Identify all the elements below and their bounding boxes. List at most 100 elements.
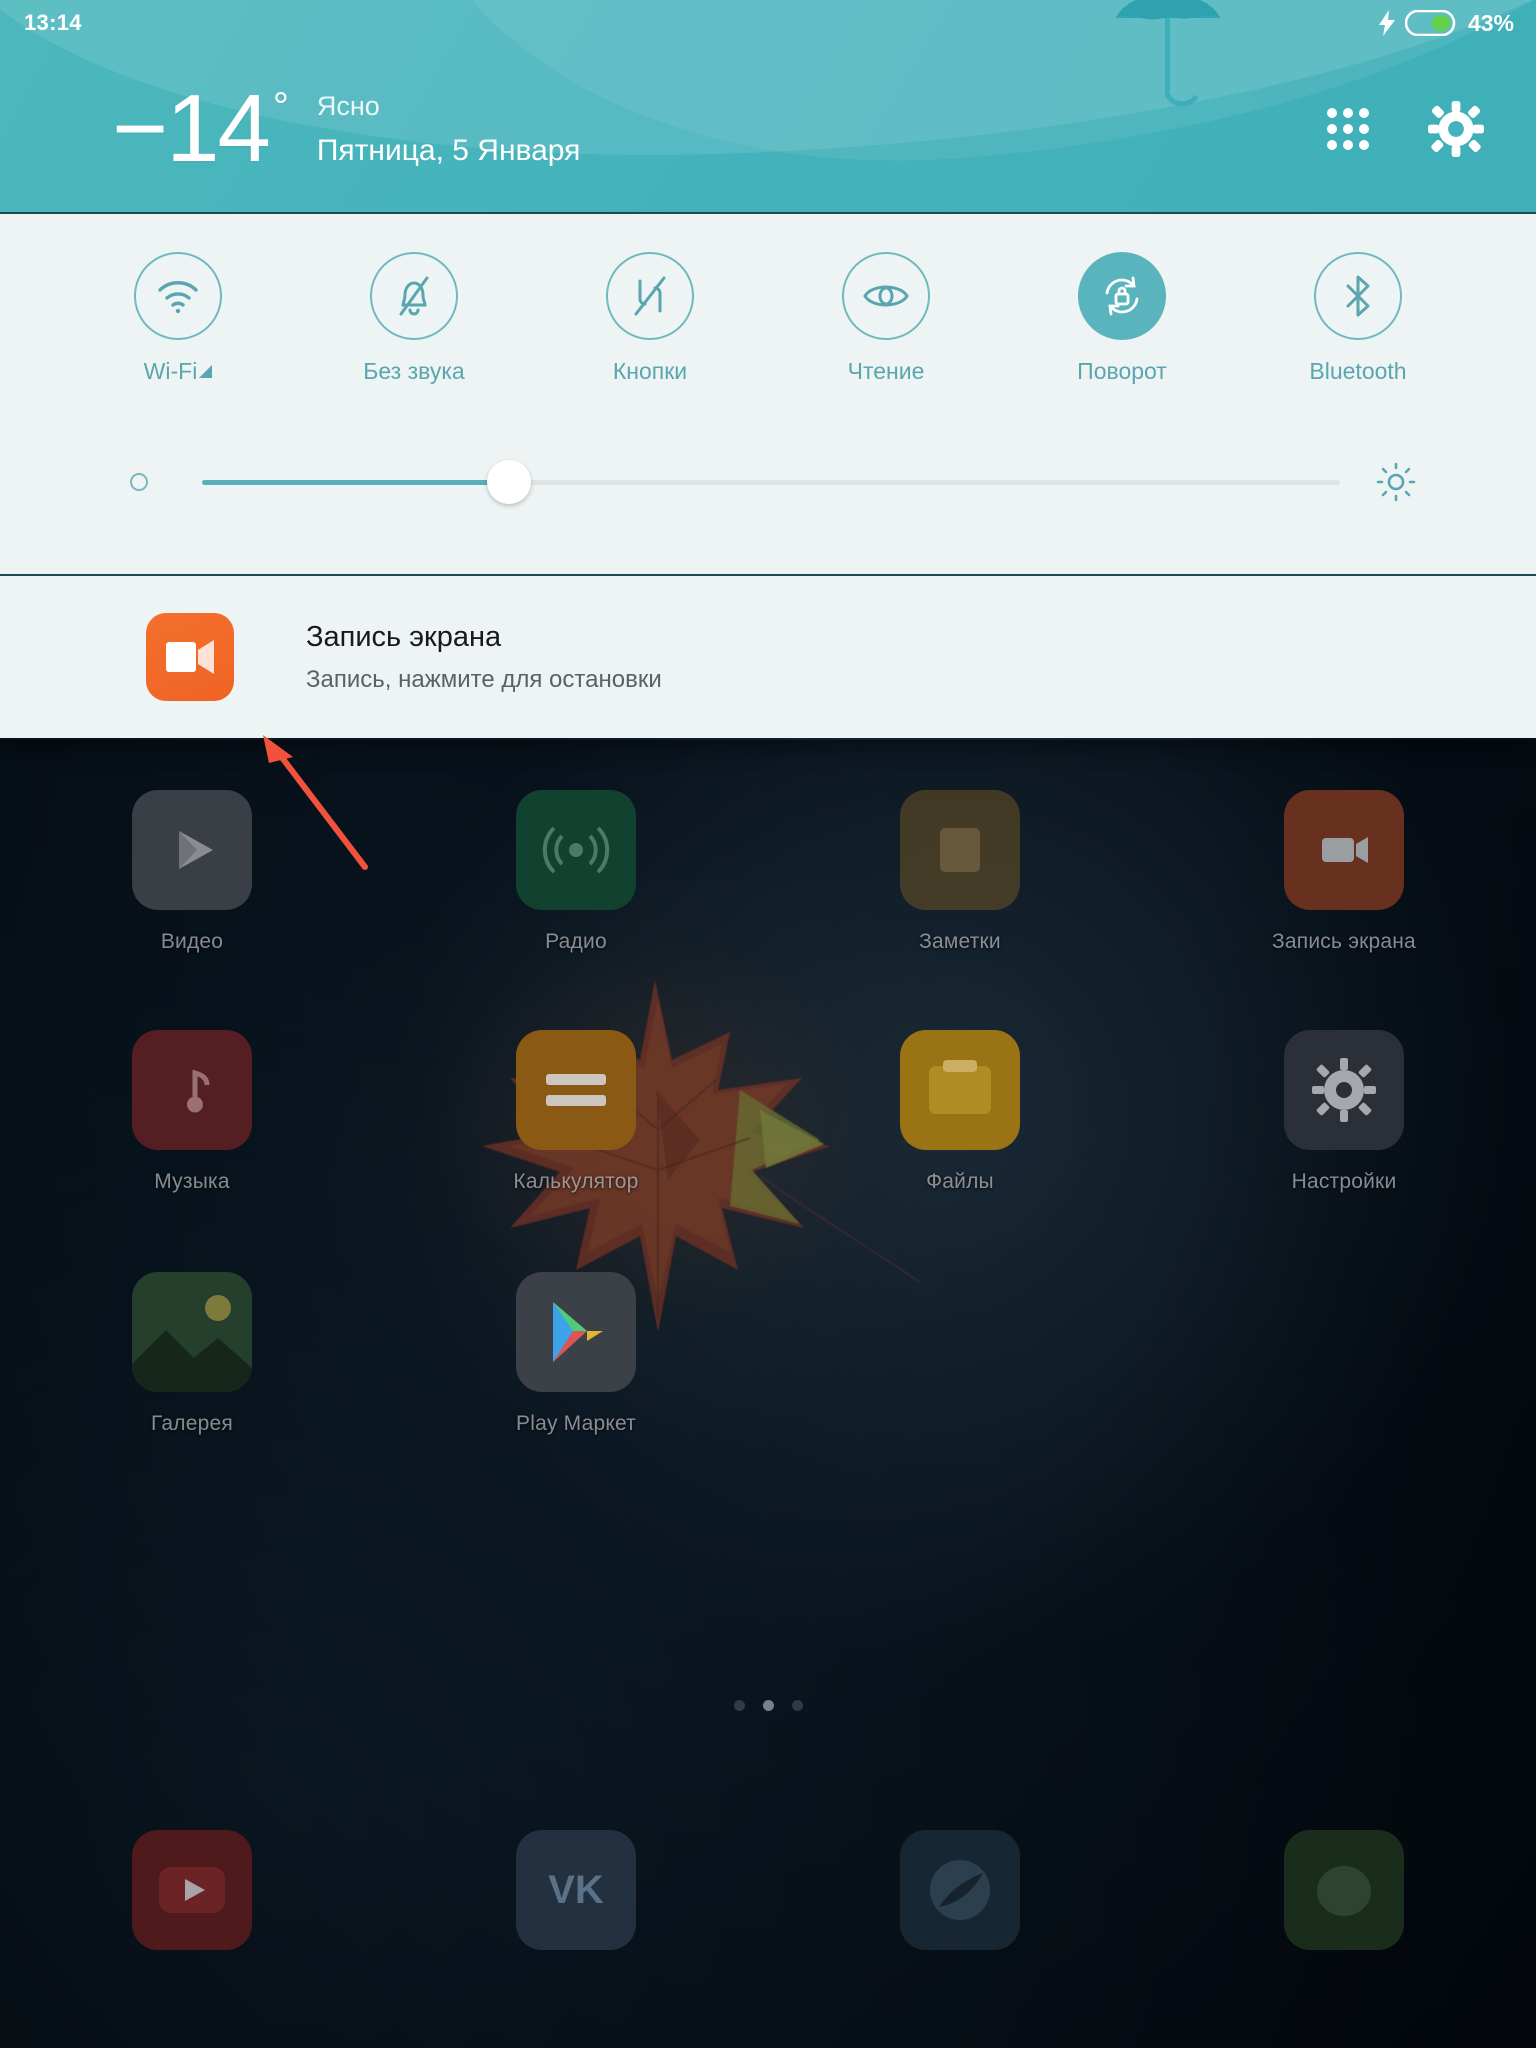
gallery-photo-icon	[132, 1272, 252, 1392]
dock: VK	[0, 1830, 1536, 1950]
status-bar: 13:14 43%	[0, 0, 1536, 46]
app-label: Музыка	[154, 1170, 230, 1193]
app-item-settings[interactable]: Настройки	[1152, 1030, 1536, 1194]
brightness-low-icon	[130, 473, 148, 491]
app-grid-row-1: Видео Радио Заметки Запись экрана	[0, 790, 1536, 954]
app-item-files[interactable]: Файлы	[768, 1030, 1152, 1194]
browser-icon	[900, 1830, 1020, 1950]
notification-subtitle: Запись, нажмите для остановки	[306, 665, 662, 693]
youtube-icon	[132, 1830, 252, 1950]
svg-text:VK: VK	[548, 1868, 604, 1912]
brightness-slider[interactable]	[130, 442, 1416, 522]
page-indicator-dots	[0, 1700, 1536, 1711]
app-label: Play Маркет	[516, 1412, 636, 1435]
gear-icon	[1284, 1030, 1404, 1150]
status-right-cluster: 43%	[1378, 10, 1514, 37]
quick-toggle-wifi[interactable]: Wi-Fi	[60, 252, 296, 385]
quick-toggle-label: Кнопки	[612, 358, 688, 384]
app-icon	[1284, 1830, 1404, 1950]
quick-settings-grid: Wi-Fi Без звука Кнопки Чтение Поворот Bl…	[60, 252, 1476, 385]
reading-toggle-circle[interactable]	[842, 252, 930, 340]
app-slot-empty-2	[1152, 1272, 1536, 1436]
app-label: Калькулятор	[513, 1170, 639, 1193]
battery-percent-label: 43%	[1467, 9, 1514, 36]
screen-record-camera-icon	[146, 613, 234, 701]
app-item-radio[interactable]: Радио	[384, 790, 768, 954]
caret-icon	[199, 365, 213, 378]
app-grid-row-3: Галерея Play Маркет	[0, 1272, 1536, 1436]
app-label: Радио	[545, 930, 607, 953]
bell-muted-icon	[399, 276, 429, 316]
calculator-equals-icon	[516, 1030, 636, 1150]
app-label: Заметки	[919, 930, 1001, 953]
notification-screen-recording[interactable]: Запись экрана Запись, нажмите для остано…	[0, 574, 1536, 738]
app-grid-row-2: Музыка Калькулятор Файлы Настройки	[0, 1030, 1536, 1194]
quick-toggle-label: Без звука	[363, 358, 465, 384]
vk-icon: VK	[516, 1830, 636, 1950]
quick-toggle-label: Поворот	[1077, 358, 1167, 384]
radio-signal-icon	[516, 790, 636, 910]
degree-symbol: °	[272, 85, 289, 129]
quick-toggle-bluetooth[interactable]: Bluetooth	[1240, 252, 1476, 385]
status-clock: 13:14	[24, 10, 82, 35]
quick-settings-panel: Wi-Fi Без звука Кнопки Чтение Поворот Bl…	[0, 212, 1536, 574]
app-item-notes[interactable]: Заметки	[768, 790, 1152, 954]
temperature-value: −14	[112, 75, 271, 182]
eye-reading-icon	[863, 285, 909, 307]
weather-row: −14 ° Ясно Пятница, 5 Января	[0, 46, 1536, 212]
quick-toggle-rotation[interactable]: Поворот	[1004, 252, 1240, 385]
page-dot[interactable]	[791, 1700, 803, 1711]
rotation-lock-icon	[1105, 276, 1139, 316]
wifi-icon	[158, 281, 198, 314]
folder-files-icon	[900, 1030, 1020, 1150]
brightness-track[interactable]	[202, 460, 1340, 504]
dock-item-vk[interactable]: VK	[384, 1830, 768, 1950]
header-actions	[1324, 101, 1484, 157]
weather-temperature[interactable]: −14 °	[112, 75, 289, 182]
quick-toggle-label: Bluetooth	[1309, 358, 1407, 384]
apps-grid-icon[interactable]	[1324, 105, 1372, 153]
brightness-fill	[202, 479, 510, 485]
silent-toggle-circle[interactable]	[370, 252, 458, 340]
gear-icon[interactable]	[1428, 101, 1484, 157]
wifi-toggle-circle[interactable]	[134, 252, 222, 340]
wifi-label-text: Wi-Fi	[143, 358, 198, 384]
app-item-gallery[interactable]: Галерея	[0, 1272, 384, 1436]
app-label: Запись экрана	[1272, 930, 1416, 953]
quick-toggle-label: Wi-Fi	[144, 358, 213, 385]
quick-toggle-buttons[interactable]: Кнопки	[532, 252, 768, 385]
screen-record-camera-icon	[1284, 790, 1404, 910]
notification-shade: 13:14 43% −14 ° Ясно Пятница, 5 Января W…	[0, 0, 1536, 740]
quick-toggle-label: Чтение	[847, 358, 925, 384]
dock-item-browser[interactable]	[768, 1830, 1152, 1950]
app-item-play-market[interactable]: Play Маркет	[384, 1272, 768, 1436]
play-video-icon	[132, 790, 252, 910]
app-item-video[interactable]: Видео	[0, 790, 384, 954]
brightness-knob[interactable]	[487, 460, 532, 504]
app-item-screen-record[interactable]: Запись экрана	[1152, 790, 1536, 954]
buttons-toggle-circle[interactable]	[606, 252, 694, 340]
quick-toggle-silent[interactable]: Без звука	[296, 252, 532, 385]
app-label: Настройки	[1291, 1170, 1397, 1193]
app-label: Видео	[160, 930, 224, 953]
app-label: Галерея	[151, 1412, 233, 1435]
bluetooth-toggle-circle[interactable]	[1314, 252, 1402, 340]
weather-text-block: Ясно Пятница, 5 Января	[317, 91, 581, 168]
buttons-icon	[634, 276, 666, 316]
quick-toggle-reading[interactable]: Чтение	[768, 252, 1004, 385]
dock-item-youtube[interactable]	[0, 1830, 384, 1950]
battery-icon	[1404, 10, 1456, 36]
app-item-music[interactable]: Музыка	[0, 1030, 384, 1194]
notes-icon	[900, 790, 1020, 910]
app-slot-empty-1	[768, 1272, 1152, 1436]
page-dot[interactable]	[733, 1700, 745, 1711]
app-item-calculator[interactable]: Калькулятор	[384, 1030, 768, 1194]
music-note-icon	[132, 1030, 252, 1150]
brightness-high-sun-icon	[1376, 462, 1416, 502]
weather-date: Пятница, 5 Января	[316, 133, 581, 167]
notification-title: Запись экрана	[306, 620, 502, 653]
dock-item-app[interactable]	[1152, 1830, 1536, 1950]
page-dot-active[interactable]	[762, 1700, 774, 1711]
rotation-toggle-circle[interactable]	[1078, 252, 1166, 340]
lightning-bolt-icon	[1378, 10, 1395, 36]
